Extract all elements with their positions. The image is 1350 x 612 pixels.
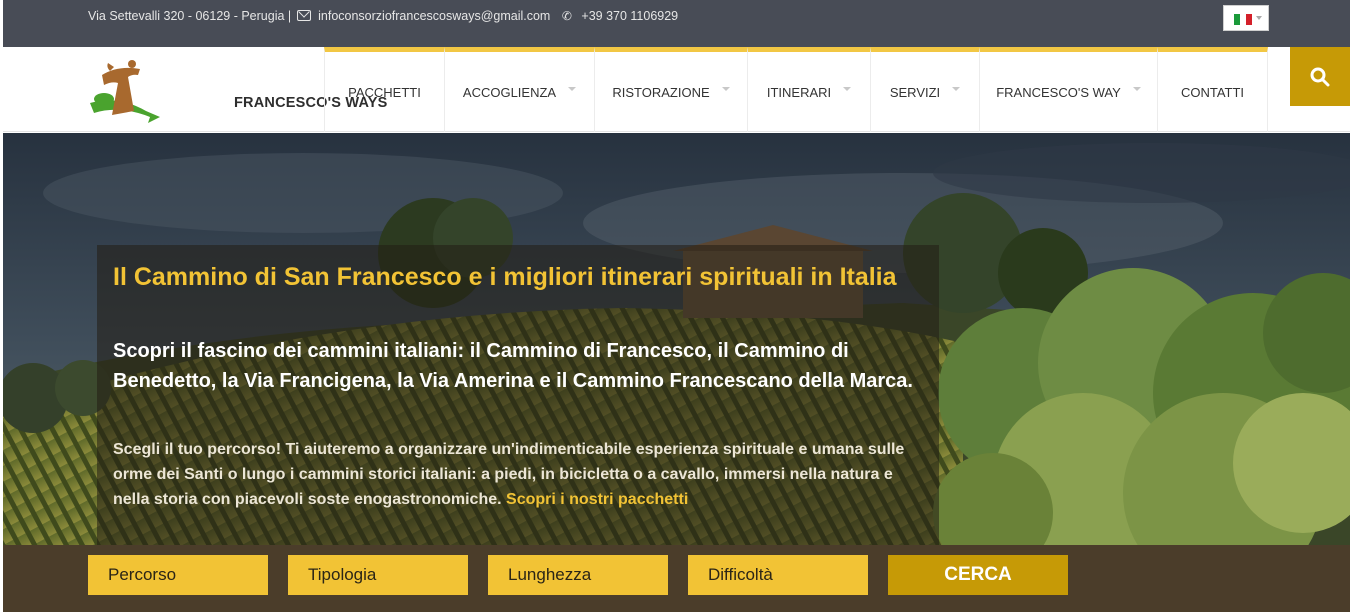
- hero-subtitle: Scopri il fascino dei cammini italiani: …: [113, 340, 913, 392]
- site-logo[interactable]: FRANCESCO'S WAYS: [88, 57, 387, 123]
- nav-item-pacchetti[interactable]: PACCHETTI: [324, 47, 444, 132]
- search-button[interactable]: [1290, 47, 1350, 106]
- contact-info: Via Settevalli 320 - 06129 - Perugia | i…: [88, 8, 678, 23]
- nav-item-contatti[interactable]: CONTATTI: [1157, 47, 1268, 132]
- search-icon: [1310, 67, 1330, 86]
- search-filter-bar: Percorso Tipologia Lunghezza Difficoltà …: [3, 545, 1350, 612]
- language-selector[interactable]: [1223, 5, 1269, 31]
- packages-link[interactable]: Scopri i nostri pacchetti: [506, 491, 688, 508]
- nav-label: ACCOGLIENZA: [462, 84, 557, 100]
- phone-icon: ✆: [561, 8, 572, 23]
- italy-flag-icon: [1234, 14, 1252, 25]
- hero-description: Scegli il tuo percorso! Ti aiuteremo a o…: [113, 437, 913, 512]
- chevron-down-icon: [721, 87, 730, 91]
- nav-label: PACCHETTI: [348, 84, 421, 100]
- top-bar: Via Settevalli 320 - 06129 - Perugia | i…: [3, 0, 1350, 47]
- hero-title: Il Cammino di San Francesco e i migliori…: [113, 263, 897, 291]
- nav-label: CONTATTI: [1180, 84, 1245, 100]
- main-header: FRANCESCO'S WAYS PACCHETTI ACCOGLIENZA R…: [3, 47, 1350, 132]
- chevron-down-icon: [568, 87, 577, 91]
- nav-label: ITINERARI: [766, 84, 832, 100]
- main-nav: PACCHETTI ACCOGLIENZA RISTORAZIONE ITINE…: [324, 47, 1268, 132]
- nav-label: RISTORAZIONE: [612, 84, 710, 100]
- chevron-down-icon: [952, 87, 961, 91]
- nav-item-accoglienza[interactable]: ACCOGLIENZA: [444, 47, 594, 132]
- address-text: Via Settevalli 320 - 06129 - Perugia |: [88, 8, 292, 23]
- mail-icon: [296, 10, 311, 22]
- chevron-down-icon: [1256, 16, 1262, 20]
- nav-label: FRANCESCO'S WAY: [996, 84, 1121, 100]
- nav-item-ristorazione[interactable]: RISTORAZIONE: [594, 47, 747, 132]
- chevron-down-icon: [1132, 87, 1141, 91]
- nav-item-servizi[interactable]: SERVIZI: [870, 47, 979, 132]
- filter-difficolta[interactable]: Difficoltà: [688, 555, 868, 595]
- logo-mark: [90, 60, 160, 123]
- nav-item-itinerari[interactable]: ITINERARI: [747, 47, 870, 132]
- phone-link[interactable]: +39 370 1106929: [581, 9, 678, 23]
- filter-lunghezza[interactable]: Lunghezza: [488, 555, 668, 595]
- email-link[interactable]: infoconsorziofrancescosways@gmail.com: [318, 9, 550, 23]
- nav-item-francescos-way[interactable]: FRANCESCO'S WAY: [979, 47, 1157, 132]
- nav-label: SERVIZI: [889, 84, 941, 100]
- filter-percorso[interactable]: Percorso: [88, 555, 268, 595]
- filter-tipologia[interactable]: Tipologia: [288, 555, 468, 595]
- chevron-down-icon: [843, 87, 852, 91]
- cerca-button[interactable]: CERCA: [888, 555, 1068, 595]
